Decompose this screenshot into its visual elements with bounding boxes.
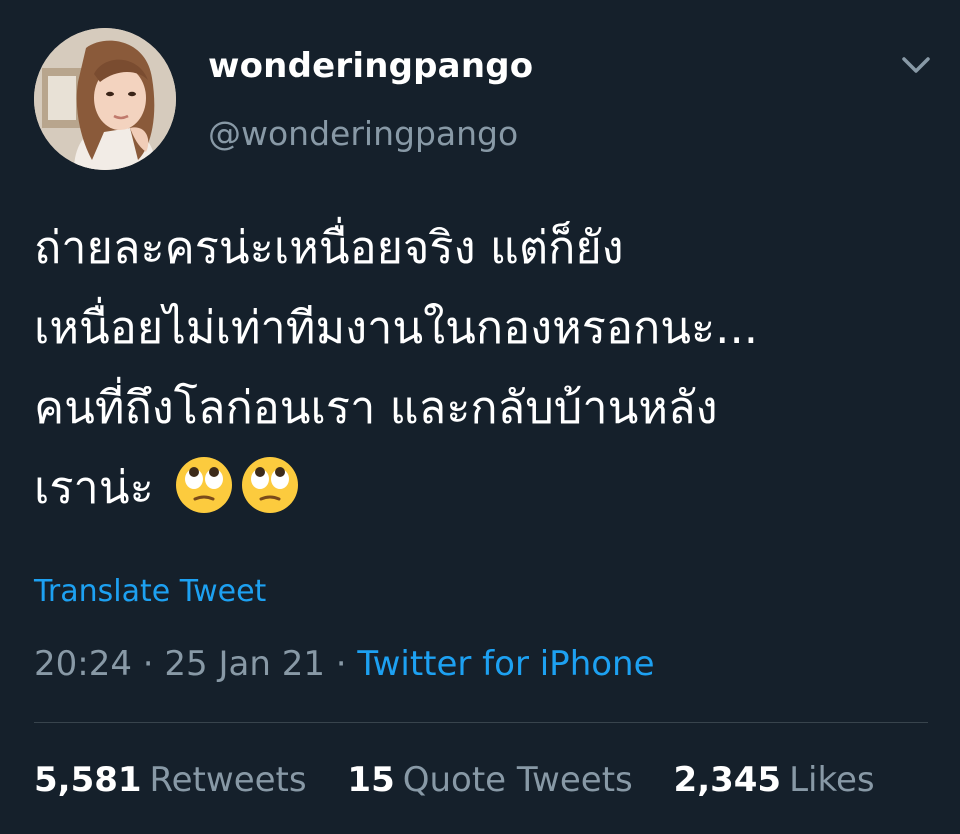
chevron-down-icon[interactable] — [896, 50, 936, 80]
tweet-meta: 20:24 · 25 Jan 21 · Twitter for iPhone — [34, 644, 655, 684]
retweets-label: Retweets — [149, 760, 307, 800]
likes-label: Likes — [789, 760, 875, 800]
quote-tweets-count: 15 — [347, 760, 395, 800]
tweet-time[interactable]: 20:24 — [34, 644, 132, 684]
retweets-count: 5,581 — [34, 760, 142, 800]
quote-tweets-label: Quote Tweets — [402, 760, 633, 800]
tweet-text: ถ่ายละครน่ะเหนื่อยจริง แต่ก็ยัง เหนื่อยไ… — [34, 208, 934, 528]
likes-stat[interactable]: 2,345 Likes — [674, 760, 875, 800]
tweet-stats: 5,581 Retweets 15 Quote Tweets 2,345 Likes — [34, 760, 905, 800]
tweet-text-line: เราน่ะ — [34, 461, 154, 514]
display-name[interactable]: wonderingpango — [208, 46, 533, 86]
meta-separator: · — [335, 644, 347, 684]
tweet-text-line: ถ่ายละครน่ะเหนื่อยจริง แต่ก็ยัง — [34, 221, 624, 274]
tweet-card: wonderingpango @wonderingpango ถ่ายละครน… — [0, 0, 960, 834]
face-with-rolling-eyes-icon — [240, 455, 300, 515]
user-handle[interactable]: @wonderingpango — [208, 114, 518, 153]
tweet-date[interactable]: 25 Jan 21 — [164, 644, 325, 684]
avatar[interactable] — [34, 28, 176, 170]
divider — [34, 722, 928, 723]
tweet-text-line: เหนื่อยไม่เท่าทีมงานในกองหรอกนะ... — [34, 301, 759, 354]
translate-tweet-link[interactable]: Translate Tweet — [34, 574, 266, 609]
meta-separator: · — [142, 644, 154, 684]
quote-tweets-stat[interactable]: 15 Quote Tweets — [347, 760, 632, 800]
avatar-photo — [34, 28, 176, 170]
face-with-rolling-eyes-icon — [174, 455, 234, 515]
tweet-source-link[interactable]: Twitter for iPhone — [357, 644, 654, 684]
tweet-text-line: คนที่ถึงโลก่อนเรา และกลับบ้านหลัง — [34, 381, 718, 434]
tweet-text-last-line: เราน่ะ — [34, 448, 934, 528]
retweets-stat[interactable]: 5,581 Retweets — [34, 760, 307, 800]
likes-count: 2,345 — [673, 760, 782, 800]
